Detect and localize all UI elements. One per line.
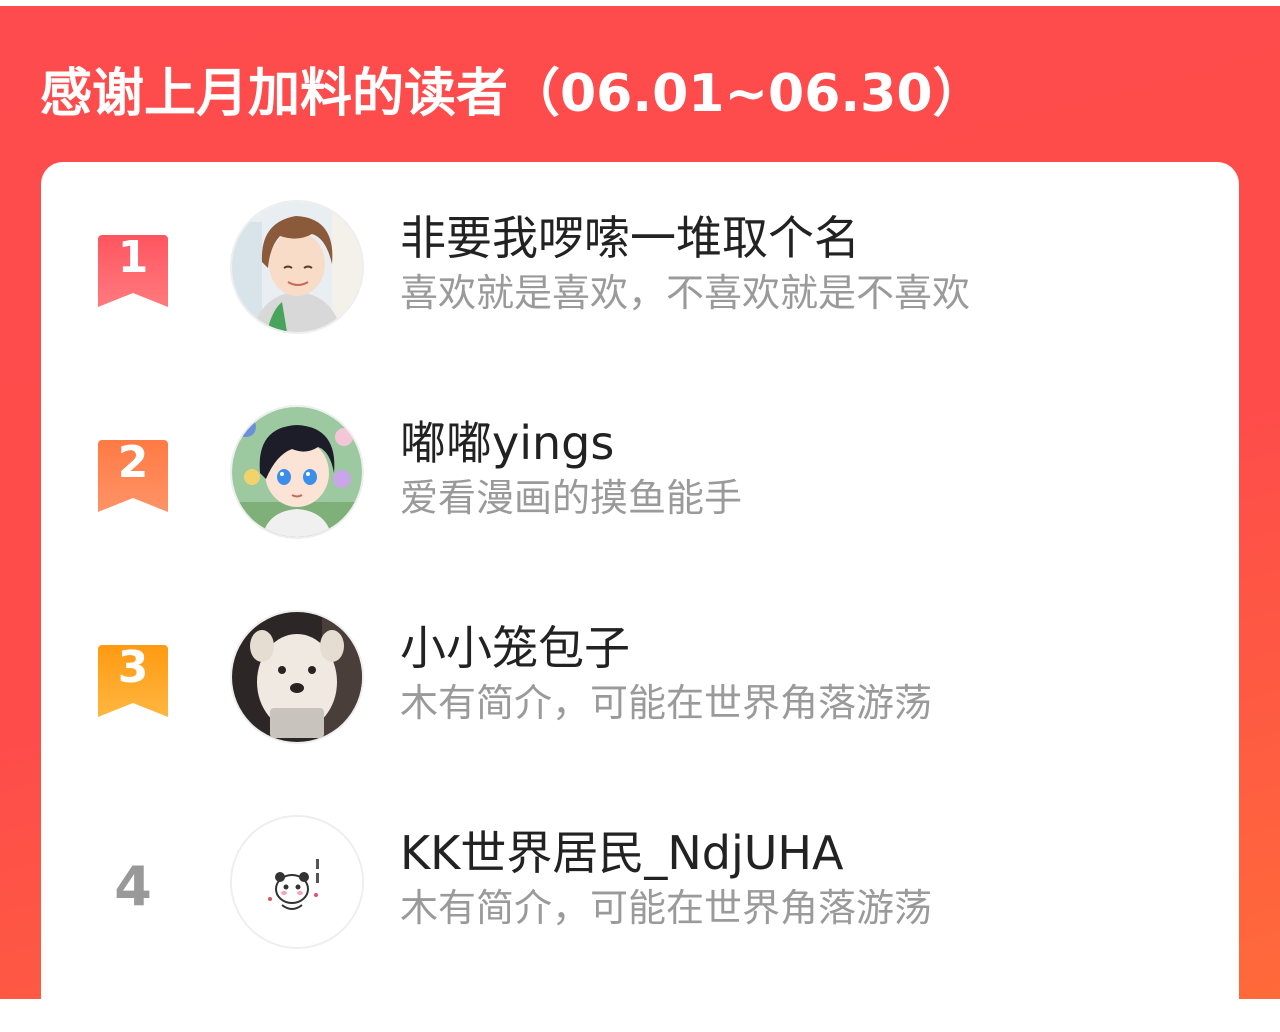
list-item[interactable]: 3 小小笼包子 木有简介，可能在世界角落游荡 [41,602,1239,752]
rank-ribbon-icon: 2 [98,440,168,512]
reader-list-card: 1 非要我啰嗦一堆取个名 喜欢就是喜欢，不喜欢就是不喜欢 2 嘟嘟yings 爱… [41,162,1239,1032]
reader-bio: 喜欢就是喜欢，不喜欢就是不喜欢 [400,271,971,315]
list-item[interactable]: 1 非要我啰嗦一堆取个名 喜欢就是喜欢，不喜欢就是不喜欢 [41,192,1239,342]
rank-ribbon-icon: 3 [98,645,168,717]
reader-bio: 爱看漫画的摸鱼能手 [400,476,743,520]
reader-name[interactable]: 非要我啰嗦一堆取个名 [400,208,860,268]
avatar[interactable] [230,200,364,334]
reader-name[interactable]: 嘟嘟yings [400,413,614,473]
panda-sticker-avatar-icon [232,817,362,947]
anime-boy-blue-eyes-avatar-icon [232,407,362,537]
reader-name[interactable]: KK世界居民_NdjUHA [400,823,843,883]
reader-name[interactable]: 小小笼包子 [400,618,630,678]
reader-bio: 木有简介，可能在世界角落游荡 [400,886,933,930]
avatar[interactable] [230,610,364,744]
rank-number: 4 [114,855,152,918]
anime-boy-brown-hair-avatar-icon [232,202,362,332]
white-dog-avatar-icon [232,612,362,742]
list-item[interactable]: 4 KK世界居民_NdjUHA 木有简介，可能在世界角落游荡 [41,807,1239,957]
page-title: 感谢上月加料的读者（06.01~06.30） [40,64,985,124]
reader-bio: 木有简介，可能在世界角落游荡 [400,681,933,725]
avatar[interactable] [230,405,364,539]
avatar[interactable] [230,815,364,949]
rank-number: 2 [117,437,149,488]
rank-ribbon-icon: 1 [98,235,168,307]
header-banner: 感谢上月加料的读者（06.01~06.30） 1 非要我啰嗦一堆取个名 喜欢就是… [0,6,1280,1032]
rank-number: 1 [117,232,149,283]
rank-number: 3 [117,642,149,693]
list-item[interactable]: 2 嘟嘟yings 爱看漫画的摸鱼能手 [41,397,1239,547]
